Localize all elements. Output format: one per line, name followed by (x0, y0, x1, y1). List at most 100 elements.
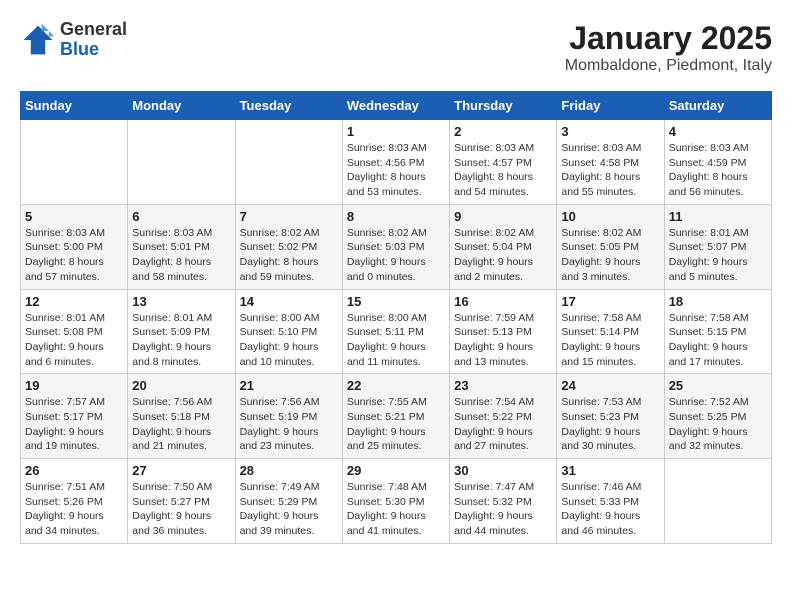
day-info: Sunrise: 7:49 AM Sunset: 5:29 PM Dayligh… (240, 480, 338, 539)
calendar-cell: 1 Sunrise: 8:03 AM Sunset: 4:56 PM Daylig… (342, 120, 449, 205)
day-number: 3 (561, 124, 659, 139)
day-number: 22 (347, 378, 445, 393)
page-header: General Blue January 2025 Mombaldone, Pi… (20, 20, 772, 75)
day-number: 14 (240, 294, 338, 309)
calendar-cell: 10 Sunrise: 8:02 AM Sunset: 5:05 PM Dayli… (557, 204, 664, 289)
day-info: Sunrise: 7:56 AM Sunset: 5:18 PM Dayligh… (132, 395, 230, 454)
day-number: 12 (25, 294, 123, 309)
calendar-cell: 11 Sunrise: 8:01 AM Sunset: 5:07 PM Dayli… (664, 204, 771, 289)
calendar-cell: 27 Sunrise: 7:50 AM Sunset: 5:27 PM Dayli… (128, 459, 235, 544)
calendar-cell: 31 Sunrise: 7:46 AM Sunset: 5:33 PM Dayli… (557, 459, 664, 544)
day-number: 13 (132, 294, 230, 309)
day-number: 26 (25, 463, 123, 478)
week-row-1: 1 Sunrise: 8:03 AM Sunset: 4:56 PM Daylig… (21, 120, 772, 205)
calendar-cell: 17 Sunrise: 7:58 AM Sunset: 5:14 PM Dayli… (557, 289, 664, 374)
day-number: 1 (347, 124, 445, 139)
day-info: Sunrise: 7:52 AM Sunset: 5:25 PM Dayligh… (669, 395, 767, 454)
weekday-header-saturday: Saturday (664, 92, 771, 120)
title-block: January 2025 Mombaldone, Piedmont, Italy (565, 20, 772, 75)
calendar-cell: 14 Sunrise: 8:00 AM Sunset: 5:10 PM Dayli… (235, 289, 342, 374)
calendar-cell (664, 459, 771, 544)
calendar-cell (235, 120, 342, 205)
day-info: Sunrise: 7:57 AM Sunset: 5:17 PM Dayligh… (25, 395, 123, 454)
day-info: Sunrise: 7:50 AM Sunset: 5:27 PM Dayligh… (132, 480, 230, 539)
calendar-cell: 2 Sunrise: 8:03 AM Sunset: 4:57 PM Daylig… (450, 120, 557, 205)
day-number: 23 (454, 378, 552, 393)
calendar-cell: 12Sunrise: 8:01 AM Sunset: 5:08 PM Dayli… (21, 289, 128, 374)
day-number: 7 (240, 209, 338, 224)
day-info: Sunrise: 8:03 AM Sunset: 4:56 PM Dayligh… (347, 141, 445, 200)
weekday-header-monday: Monday (128, 92, 235, 120)
week-row-3: 12Sunrise: 8:01 AM Sunset: 5:08 PM Dayli… (21, 289, 772, 374)
day-info: Sunrise: 8:03 AM Sunset: 5:01 PM Dayligh… (132, 226, 230, 285)
logo-icon (20, 22, 56, 58)
day-number: 25 (669, 378, 767, 393)
week-row-2: 5 Sunrise: 8:03 AM Sunset: 5:00 PM Daylig… (21, 204, 772, 289)
calendar-cell: 28 Sunrise: 7:49 AM Sunset: 5:29 PM Dayli… (235, 459, 342, 544)
day-info: Sunrise: 8:03 AM Sunset: 4:58 PM Dayligh… (561, 141, 659, 200)
calendar-cell: 18 Sunrise: 7:58 AM Sunset: 5:15 PM Dayli… (664, 289, 771, 374)
day-info: Sunrise: 8:00 AM Sunset: 5:11 PM Dayligh… (347, 311, 445, 370)
day-number: 4 (669, 124, 767, 139)
calendar-cell: 21Sunrise: 7:56 AM Sunset: 5:19 PM Dayli… (235, 374, 342, 459)
day-info: Sunrise: 8:01 AM Sunset: 5:07 PM Dayligh… (669, 226, 767, 285)
calendar-cell (128, 120, 235, 205)
logo-blue-text: Blue (60, 40, 127, 60)
day-number: 30 (454, 463, 552, 478)
day-info: Sunrise: 7:58 AM Sunset: 5:15 PM Dayligh… (669, 311, 767, 370)
calendar-cell: 20 Sunrise: 7:56 AM Sunset: 5:18 PM Dayli… (128, 374, 235, 459)
day-number: 8 (347, 209, 445, 224)
calendar-cell (21, 120, 128, 205)
location-text: Mombaldone, Piedmont, Italy (565, 57, 772, 75)
week-row-4: 19 Sunrise: 7:57 AM Sunset: 5:17 PM Dayli… (21, 374, 772, 459)
day-number: 11 (669, 209, 767, 224)
calendar-cell: 19 Sunrise: 7:57 AM Sunset: 5:17 PM Dayli… (21, 374, 128, 459)
day-number: 20 (132, 378, 230, 393)
day-number: 17 (561, 294, 659, 309)
day-number: 19 (25, 378, 123, 393)
day-info: Sunrise: 8:00 AM Sunset: 5:10 PM Dayligh… (240, 311, 338, 370)
day-number: 28 (240, 463, 338, 478)
day-number: 2 (454, 124, 552, 139)
calendar-cell: 8 Sunrise: 8:02 AM Sunset: 5:03 PM Daylig… (342, 204, 449, 289)
day-info: Sunrise: 7:48 AM Sunset: 5:30 PM Dayligh… (347, 480, 445, 539)
day-info: Sunrise: 8:01 AM Sunset: 5:09 PM Dayligh… (132, 311, 230, 370)
weekday-header-tuesday: Tuesday (235, 92, 342, 120)
day-info: Sunrise: 7:53 AM Sunset: 5:23 PM Dayligh… (561, 395, 659, 454)
day-info: Sunrise: 8:02 AM Sunset: 5:05 PM Dayligh… (561, 226, 659, 285)
day-info: Sunrise: 7:54 AM Sunset: 5:22 PM Dayligh… (454, 395, 552, 454)
day-info: Sunrise: 7:46 AM Sunset: 5:33 PM Dayligh… (561, 480, 659, 539)
day-number: 5 (25, 209, 123, 224)
calendar-cell: 7 Sunrise: 8:02 AM Sunset: 5:02 PM Daylig… (235, 204, 342, 289)
day-number: 31 (561, 463, 659, 478)
calendar-cell: 26 Sunrise: 7:51 AM Sunset: 5:26 PM Dayli… (21, 459, 128, 544)
day-info: Sunrise: 8:03 AM Sunset: 4:59 PM Dayligh… (669, 141, 767, 200)
day-info: Sunrise: 7:59 AM Sunset: 5:13 PM Dayligh… (454, 311, 552, 370)
week-row-5: 26 Sunrise: 7:51 AM Sunset: 5:26 PM Dayli… (21, 459, 772, 544)
calendar-cell: 6 Sunrise: 8:03 AM Sunset: 5:01 PM Daylig… (128, 204, 235, 289)
day-info: Sunrise: 8:03 AM Sunset: 4:57 PM Dayligh… (454, 141, 552, 200)
day-number: 18 (669, 294, 767, 309)
calendar-cell: 4 Sunrise: 8:03 AM Sunset: 4:59 PM Daylig… (664, 120, 771, 205)
weekday-header-row: SundayMondayTuesdayWednesdayThursdayFrid… (21, 92, 772, 120)
day-info: Sunrise: 8:02 AM Sunset: 5:02 PM Dayligh… (240, 226, 338, 285)
calendar-cell: 22Sunrise: 7:55 AM Sunset: 5:21 PM Dayli… (342, 374, 449, 459)
day-info: Sunrise: 7:58 AM Sunset: 5:14 PM Dayligh… (561, 311, 659, 370)
day-number: 10 (561, 209, 659, 224)
month-title: January 2025 (565, 20, 772, 57)
calendar-cell: 25 Sunrise: 7:52 AM Sunset: 5:25 PM Dayli… (664, 374, 771, 459)
day-info: Sunrise: 8:03 AM Sunset: 5:00 PM Dayligh… (25, 226, 123, 285)
day-number: 16 (454, 294, 552, 309)
calendar-table: SundayMondayTuesdayWednesdayThursdayFrid… (20, 91, 772, 544)
day-number: 6 (132, 209, 230, 224)
logo: General Blue (20, 20, 127, 60)
day-number: 27 (132, 463, 230, 478)
calendar-cell: 16 Sunrise: 7:59 AM Sunset: 5:13 PM Dayli… (450, 289, 557, 374)
calendar-cell: 23 Sunrise: 7:54 AM Sunset: 5:22 PM Dayli… (450, 374, 557, 459)
day-info: Sunrise: 7:51 AM Sunset: 5:26 PM Dayligh… (25, 480, 123, 539)
calendar-cell: 29 Sunrise: 7:48 AM Sunset: 5:30 PM Dayli… (342, 459, 449, 544)
calendar-cell: 9Sunrise: 8:02 AM Sunset: 5:04 PM Daylig… (450, 204, 557, 289)
calendar-cell: 3 Sunrise: 8:03 AM Sunset: 4:58 PM Daylig… (557, 120, 664, 205)
day-info: Sunrise: 8:02 AM Sunset: 5:03 PM Dayligh… (347, 226, 445, 285)
day-number: 29 (347, 463, 445, 478)
